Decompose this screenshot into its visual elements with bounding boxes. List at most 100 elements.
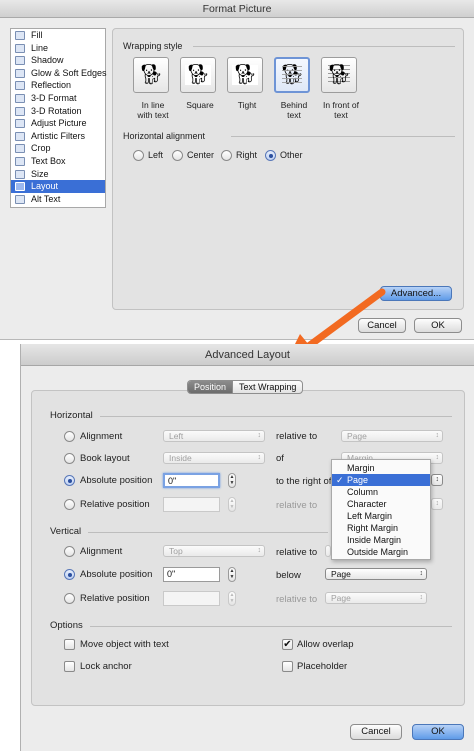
h-relative-radio[interactable] [64,499,75,510]
sidebar-item-text-box[interactable]: Text Box [11,155,105,168]
menu-item[interactable]: Character [332,498,430,510]
menu-item[interactable]: ✓ Page [332,474,430,486]
sidebar-item-3d-format[interactable]: 3-D Format [11,92,105,105]
3d-rotation-icon [15,106,25,116]
v-relative-stepper[interactable]: ▲ ▼ [228,591,236,606]
h-relative-stepper[interactable]: ▲ ▼ [228,497,236,512]
v-relative-input[interactable] [163,591,220,606]
placeholder-checkbox[interactable] [282,661,293,672]
wrap-tight-option[interactable]: 🐕︎ [227,57,267,93]
layout-pane: Wrapping style 🐕︎ 🐕︎ 🐕︎ 🐕︎ 🐕︎ In linewit… [112,28,464,310]
wrap-square-label: Square [186,100,214,110]
size-icon [15,169,25,179]
sidebar-item-fill[interactable]: Fill [11,29,105,42]
align-right-label: Right [236,150,258,160]
sidebar-item-label: 3-D Rotation [31,105,82,116]
v-absolute-radio[interactable] [64,569,75,580]
align-other-radio[interactable] [265,150,276,161]
sidebar-item-label: Layout [31,181,59,192]
lock-anchor-label: Lock anchor [80,661,132,672]
menu-item[interactable]: Inside Margin [332,534,430,546]
h-relative-input[interactable] [163,497,220,512]
reflection-icon [15,81,25,91]
h-alignment-relative-select[interactable]: Page ↕ [341,430,443,442]
wrap-inline-option[interactable]: 🐕︎ [133,57,173,93]
h-absolute-input[interactable]: 0" [163,473,220,488]
fill-icon [15,31,25,40]
text-box-icon [15,156,25,166]
h-right-of-select[interactable]: ↕ [431,474,443,486]
sidebar-item-3d-rotation[interactable]: 3-D Rotation [11,105,105,118]
advanced-cancel-button[interactable]: Cancel [350,724,402,740]
wrap-behind-button[interactable]: 🐕︎ [274,57,310,93]
sidebar-item-crop[interactable]: Crop [11,142,105,155]
format-picture-title: Format Picture [0,0,474,18]
alt-text-icon [15,194,25,204]
glow-icon [15,68,25,78]
h-absolute-radio[interactable] [64,475,75,486]
v-absolute-input[interactable]: 0" [163,567,220,582]
wrap-front-button[interactable]: 🐕︎ [321,57,357,93]
ok-button[interactable]: OK [414,318,462,333]
wrap-inline-button[interactable]: 🐕︎ [133,57,169,93]
advanced-button[interactable]: Advanced... [380,286,452,301]
horizontal-section-label: Horizontal [50,410,93,421]
h-alignment-select[interactable]: Left ↕ [163,430,265,442]
v-alignment-radio[interactable] [64,546,75,557]
sidebar-item-artistic-filters[interactable]: Artistic Filters [11,130,105,143]
h-alignment-radio[interactable] [64,431,75,442]
sidebar-item-alt-text[interactable]: Alt Text [11,193,105,206]
wrap-behind-option[interactable]: 🐕︎ [274,57,314,93]
wrap-square-option[interactable]: 🐕︎ [180,57,220,93]
horizontal-alignment-label: Horizontal alignment [123,131,206,141]
sidebar-item-glow[interactable]: Glow & Soft Edges [11,67,107,80]
v-alignment-select[interactable]: Top ↕ [163,545,265,557]
sidebar-item-reflection[interactable]: Reflection [11,79,105,92]
sidebar-item-adjust-picture[interactable]: Adjust Picture [11,117,105,130]
align-left-radio[interactable] [133,150,144,161]
h-book-layout-label: Book layout [80,453,130,464]
wrapping-style-label: Wrapping style [123,41,183,51]
align-center-radio[interactable] [172,150,183,161]
v-relative-to-value: Page [331,593,351,603]
sidebar-item-layout[interactable]: Layout [11,180,105,193]
wrap-front-option[interactable]: 🐕︎ [321,57,361,93]
wrap-tight-button[interactable]: 🐕︎ [227,57,263,93]
format-picture-window: Format Picture Fill Line Shadow Glow & Soft… [0,0,474,340]
move-object-checkbox[interactable] [64,639,75,650]
v-relative-label: Relative position [80,593,150,604]
divider [100,416,452,417]
v-alignment-label: Alignment [80,546,123,557]
wrap-front-label-line2: text [334,109,348,120]
menu-item[interactable]: Right Margin [332,522,430,534]
wrap-square-button[interactable]: 🐕︎ [180,57,216,93]
v-relative-to-select[interactable]: Page ↕ [325,592,427,604]
v-absolute-stepper[interactable]: ▲ ▼ [228,567,236,582]
menu-item[interactable]: Margin [332,462,430,474]
allow-overlap-checkbox[interactable]: ✔ [282,639,293,650]
menu-item[interactable]: Column [332,486,430,498]
menu-item[interactable]: Left Margin [332,510,430,522]
align-right-radio[interactable] [221,150,232,161]
sidebar-item-size[interactable]: Size [11,168,105,181]
tab-text-wrapping[interactable]: Text Wrapping [232,381,302,393]
wrap-inline-label: In line with text [127,100,179,120]
sidebar-item-shadow[interactable]: Shadow [11,54,105,67]
v-relative-radio[interactable] [64,593,75,604]
v-below-select[interactable]: Page ↕ [325,568,427,580]
v-alignment-value: Top [169,546,183,556]
h-book-layout-radio[interactable] [64,453,75,464]
relative-to-dropdown-menu: Margin ✓ Page Column Character Left Margin Rig… [331,459,431,560]
lock-anchor-checkbox[interactable] [64,661,75,672]
align-center-label: Center [187,150,215,160]
tab-position[interactable]: Position [188,381,233,393]
sidebar-item-line[interactable]: Line [11,42,105,55]
placeholder-label: Placeholder [297,661,348,672]
h-relative-to-select[interactable]: ↕ [431,498,443,510]
updown-icon: ↕ [435,432,440,439]
h-book-layout-select[interactable]: Inside ↕ [163,452,265,464]
advanced-ok-button[interactable]: OK [412,724,464,740]
menu-item[interactable]: Outside Margin [332,546,430,558]
format-picture-sidebar: Fill Line Shadow Glow & Soft Edges Reflectio… [10,28,107,208]
h-absolute-stepper[interactable]: ▲ ▼ [228,473,236,488]
